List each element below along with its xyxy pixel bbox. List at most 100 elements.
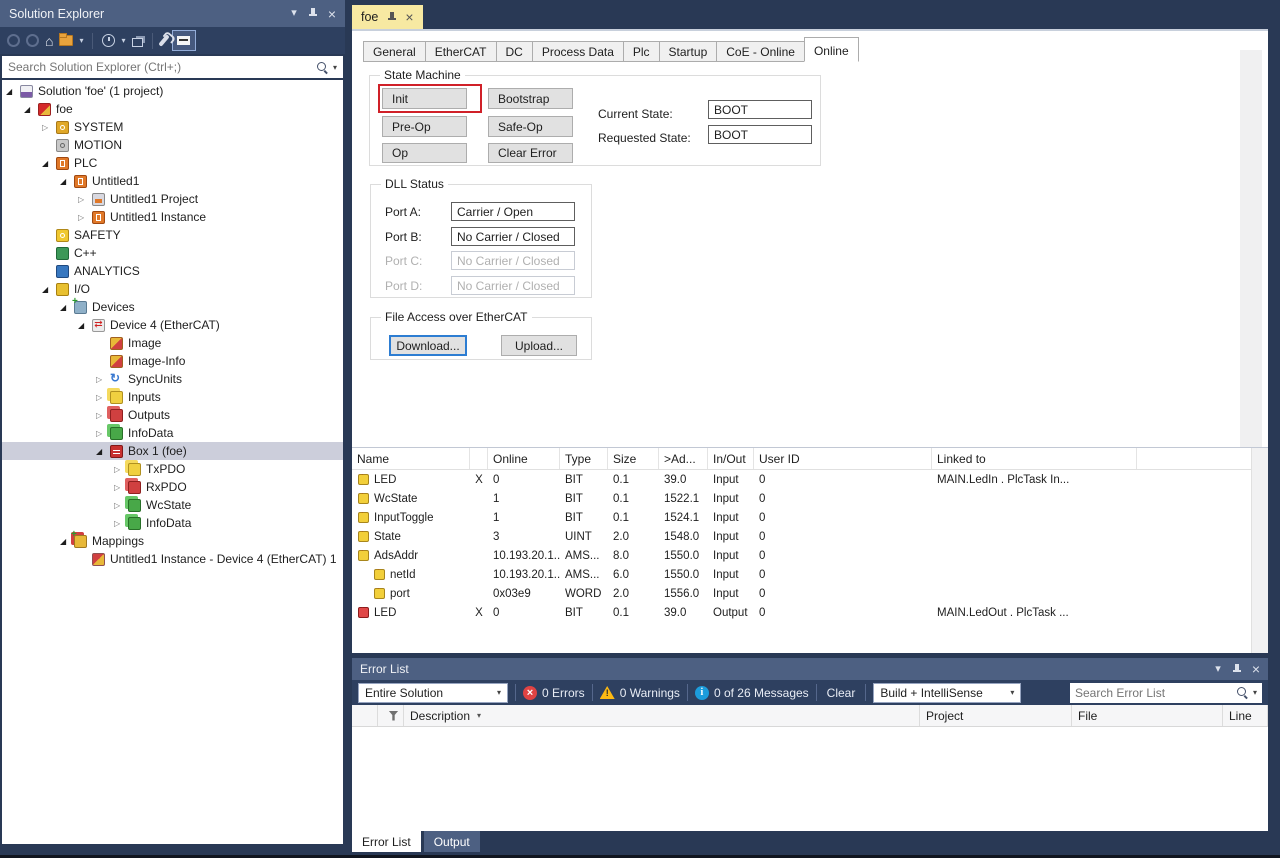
pending-changes-icon[interactable] xyxy=(102,34,115,47)
grid-col-addr[interactable]: >Ad... xyxy=(659,448,708,469)
tree-item-device4[interactable]: Device 4 (EtherCAT) xyxy=(2,316,343,334)
tree-item-cpp[interactable]: C++ xyxy=(2,244,343,262)
upload-button[interactable]: Upload... xyxy=(501,335,577,356)
errors-filter-button[interactable]: 0 Errors xyxy=(523,686,585,700)
tree-item-untitled1-project[interactable]: Untitled1 Project xyxy=(2,190,343,208)
switch-views-icon[interactable] xyxy=(59,35,73,46)
collapse-arrow-icon[interactable] xyxy=(114,483,128,492)
collapse-arrow-icon[interactable] xyxy=(42,123,56,132)
form-scrollbar[interactable] xyxy=(1240,50,1262,447)
tree-item-infodata[interactable]: InfoData xyxy=(2,424,343,442)
solution-explorer-searchbox[interactable]: ▾ xyxy=(2,56,343,78)
expand-arrow-icon[interactable] xyxy=(42,285,56,294)
window-menu-chevron-icon[interactable]: ▾ xyxy=(1215,664,1221,675)
tab-error-list[interactable]: Error List xyxy=(352,831,421,852)
collapse-arrow-icon[interactable] xyxy=(96,393,110,402)
back-icon[interactable] xyxy=(7,34,20,47)
collapse-arrow-icon[interactable] xyxy=(114,519,128,528)
tree-item-motion[interactable]: MOTION xyxy=(2,136,343,154)
grid-row-inputtoggle[interactable]: InputToggle 1 BIT 0.1 1524.1 Input 0 xyxy=(352,508,1268,527)
init-button[interactable]: Init xyxy=(382,88,467,109)
grid-row-adsaddr[interactable]: AdsAddr 10.193.20.1... AMS... 8.0 1550.0… xyxy=(352,546,1268,565)
expand-arrow-icon[interactable] xyxy=(96,447,110,456)
grid-row-port[interactable]: port 0x03e9 WORD 2.0 1556.0 Input 0 xyxy=(352,584,1268,603)
preop-button[interactable]: Pre-Op xyxy=(382,116,467,137)
description-column[interactable]: Description▾ xyxy=(404,705,920,726)
bootstrap-button[interactable]: Bootstrap xyxy=(488,88,573,109)
window-menu-chevron-icon[interactable]: ▾ xyxy=(291,8,297,19)
grid-row-wcstate[interactable]: WcState 1 BIT 0.1 1522.1 Input 0 xyxy=(352,489,1268,508)
grid-col-userid[interactable]: User ID xyxy=(754,448,932,469)
collapse-all-button[interactable] xyxy=(172,30,196,51)
collapse-arrow-icon[interactable] xyxy=(96,375,110,384)
tree-item-infodata2[interactable]: InfoData xyxy=(2,514,343,532)
properties-wrench-icon[interactable] xyxy=(158,34,169,47)
grid-col-name[interactable]: Name xyxy=(352,448,470,469)
tree-item-txpdo[interactable]: TxPDO xyxy=(2,460,343,478)
tab-plc[interactable]: Plc xyxy=(623,41,660,62)
tree-item-untitled1[interactable]: Untitled1 xyxy=(2,172,343,190)
grid-col-linkedto[interactable]: Linked to xyxy=(932,448,1137,469)
grid-row-led-output[interactable]: LED X 0 BIT 0.1 39.0 Output 0 MAIN.LedOu… xyxy=(352,603,1268,622)
file-column[interactable]: File xyxy=(1072,705,1223,726)
project-column[interactable]: Project xyxy=(920,705,1072,726)
requested-state-value[interactable]: BOOT xyxy=(708,125,812,144)
tree-item-mapping-instance[interactable]: Untitled1 Instance - Device 4 (EtherCAT)… xyxy=(2,550,343,568)
tree-item-system[interactable]: SYSTEM xyxy=(2,118,343,136)
tab-online[interactable]: Online xyxy=(804,37,859,62)
grid-scrollbar[interactable] xyxy=(1251,448,1268,653)
port-b-value[interactable]: No Carrier / Closed xyxy=(451,227,575,246)
clear-button[interactable]: Clear xyxy=(824,686,859,700)
op-button[interactable]: Op xyxy=(382,143,467,163)
expand-arrow-icon[interactable] xyxy=(60,177,74,186)
collapse-arrow-icon[interactable] xyxy=(78,195,92,204)
collapse-arrow-icon[interactable] xyxy=(114,501,128,510)
tree-item-mappings[interactable]: Mappings xyxy=(2,532,343,550)
tab-coe-online[interactable]: CoE - Online xyxy=(716,41,805,62)
clear-error-button[interactable]: Clear Error xyxy=(488,143,573,163)
home-icon[interactable]: ⌂ xyxy=(45,34,53,48)
safeop-button[interactable]: Safe-Op xyxy=(488,116,573,137)
expand-arrow-icon[interactable] xyxy=(6,87,20,96)
collapse-arrow-icon[interactable] xyxy=(96,411,110,420)
tab-startup[interactable]: Startup xyxy=(659,41,718,62)
pin-icon[interactable] xyxy=(1232,663,1241,676)
document-tab-foe[interactable]: foe × xyxy=(352,5,423,29)
expand-arrow-icon[interactable] xyxy=(42,159,56,168)
scope-filter-dropdown[interactable]: Entire Solution▾ xyxy=(358,683,508,703)
tree-item-safety[interactable]: SAFETY xyxy=(2,226,343,244)
grid-col-online[interactable]: Online xyxy=(488,448,560,469)
grid-col-type[interactable]: Type xyxy=(560,448,608,469)
tree-item-image-info[interactable]: Image-Info xyxy=(2,352,343,370)
tree-item-io[interactable]: I/O xyxy=(2,280,343,298)
grid-col-flag[interactable] xyxy=(470,448,488,469)
grid-row-netid[interactable]: netId 10.193.20.1... AMS... 6.0 1550.0 I… xyxy=(352,565,1268,584)
error-search-input[interactable] xyxy=(1075,686,1236,700)
tab-process-data[interactable]: Process Data xyxy=(532,41,624,62)
tree-item-syncunits[interactable]: SyncUnits xyxy=(2,370,343,388)
grid-col-inout[interactable]: In/Out xyxy=(708,448,754,469)
tree-item-image[interactable]: Image xyxy=(2,334,343,352)
tree-item-plc[interactable]: PLC xyxy=(2,154,343,172)
search-options-chevron-icon[interactable]: ▾ xyxy=(1253,688,1257,697)
tree-item-box1-selected[interactable]: Box 1 (foe) xyxy=(2,442,343,460)
expand-arrow-icon[interactable] xyxy=(78,321,92,330)
search-icon[interactable] xyxy=(1236,686,1249,699)
grid-row-led-input[interactable]: LED X 0 BIT 0.1 39.0 Input 0 MAIN.LedIn … xyxy=(352,470,1268,489)
pin-icon[interactable] xyxy=(308,7,317,20)
pending-changes-chevron-icon[interactable]: ▾ xyxy=(121,37,125,45)
grid-col-size[interactable]: Size xyxy=(608,448,659,469)
tree-item-outputs[interactable]: Outputs xyxy=(2,406,343,424)
tree-item-devices[interactable]: Devices xyxy=(2,298,343,316)
preview-windows-icon[interactable] xyxy=(132,38,143,47)
tree-item-analytics[interactable]: ANALYTICS xyxy=(2,262,343,280)
tab-general[interactable]: General xyxy=(363,41,426,62)
tab-ethercat[interactable]: EtherCAT xyxy=(425,41,497,62)
download-button[interactable]: Download... xyxy=(389,335,467,356)
search-options-chevron-icon[interactable]: ▾ xyxy=(333,63,337,72)
collapse-arrow-icon[interactable] xyxy=(78,213,92,222)
tab-output[interactable]: Output xyxy=(424,831,480,852)
tree-item-wcstate[interactable]: WcState xyxy=(2,496,343,514)
current-state-value[interactable]: BOOT xyxy=(708,100,812,119)
search-icon[interactable] xyxy=(316,61,329,74)
